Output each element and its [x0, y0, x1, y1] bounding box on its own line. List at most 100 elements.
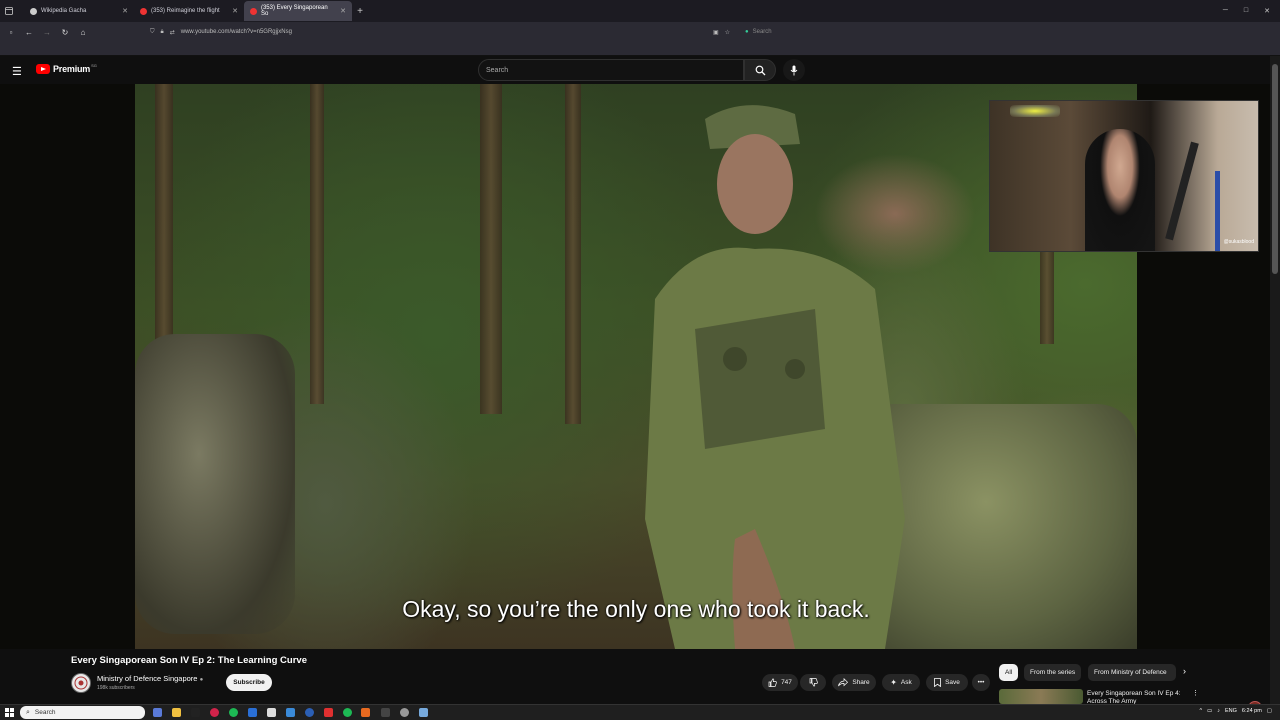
more-actions-button[interactable]: •••	[972, 674, 990, 691]
reload-icon[interactable]: ↻	[58, 28, 72, 37]
clock[interactable]: 6:24 pm	[1242, 708, 1262, 714]
close-tab-icon[interactable]: ✕	[122, 7, 128, 15]
youtube-play-icon	[36, 64, 50, 74]
tray-chevron-icon[interactable]: ^	[1199, 708, 1202, 714]
tab-list-icon[interactable]	[0, 7, 18, 15]
scrollbar-thumb[interactable]	[1272, 64, 1278, 274]
search-button[interactable]	[744, 59, 776, 81]
tree-trunk	[565, 84, 581, 424]
share-arrow-icon	[838, 678, 849, 687]
firefox-icon[interactable]	[361, 708, 370, 717]
network-icon[interactable]: ▭	[1207, 708, 1212, 714]
language-indicator[interactable]: ENG	[1225, 708, 1237, 714]
save-button[interactable]: Save	[926, 674, 968, 691]
chip-next-chevron-icon[interactable]: ›	[1183, 666, 1186, 676]
notification-icon[interactable]: ▢	[1267, 708, 1272, 714]
app-icon[interactable]	[210, 708, 219, 717]
app-icon[interactable]	[286, 708, 295, 717]
video-player[interactable]: Okay, so you’re the only one who took it…	[0, 84, 1270, 715]
edge-icon[interactable]	[305, 708, 314, 717]
save-label: Save	[945, 679, 960, 686]
translate-icon[interactable]: ▣	[713, 29, 719, 36]
youtube-header: ☰ Premium SG Search	[0, 56, 1280, 84]
recommendation-title[interactable]: Every Singaporean Son IV Ep 4: Across Th…	[1087, 690, 1187, 705]
app-icon[interactable]	[267, 708, 276, 717]
system-tray: ^ ▭ ♪ ENG 6:24 pm ▢	[1199, 708, 1272, 714]
browser-nav-bar: ▫ ← → ↻ ⌂ ⛉ 🔒︎ ⇄ www.youtube.com/watch?v…	[0, 22, 1280, 42]
windows-taskbar: ⌕ Search ^ ▭ ♪ ENG 6:24 pm ▢	[0, 704, 1280, 720]
soldier-figure	[645, 105, 905, 649]
thumbs-up-icon	[768, 678, 777, 687]
window-controls: ─ □ ✕	[1223, 7, 1280, 15]
streamer-figure	[1085, 129, 1155, 251]
chip-from-the-series[interactable]: From the series	[1024, 664, 1082, 681]
search-placeholder: Search	[486, 66, 509, 74]
url-text: www.youtube.com/watch?v=n5GRgjjxNsg	[180, 29, 292, 35]
close-tab-icon[interactable]: ✕	[340, 7, 346, 15]
bookmark-star-icon[interactable]: ☆	[725, 29, 730, 36]
maximize-icon[interactable]: □	[1244, 7, 1248, 15]
dislike-button[interactable]	[800, 674, 826, 691]
file-explorer-icon[interactable]	[172, 708, 181, 717]
channel-name[interactable]: Ministry of Defence Singapore ●	[97, 674, 203, 683]
windows-start-icon[interactable]	[5, 708, 14, 717]
wikipedia-icon	[30, 7, 37, 15]
app-icon[interactable]	[419, 708, 428, 717]
streamer-handle: @sukasblood	[1223, 239, 1254, 245]
recommendation-thumbnail[interactable]	[999, 689, 1083, 704]
tab-every-singaporean-son[interactable]: (353) Every Singaporean So ✕	[244, 1, 352, 21]
app-icon[interactable]	[381, 708, 390, 717]
more-horizontal-icon: •••	[977, 679, 985, 686]
search-icon: ⌕	[26, 708, 30, 716]
tab-reimagine-flight[interactable]: (353) Reimagine the flight ✕	[134, 1, 244, 21]
neon-sign	[1010, 105, 1060, 117]
back-icon[interactable]: ←	[22, 28, 36, 37]
channel-name-text: Ministry of Defence Singapore	[97, 674, 198, 683]
subscribe-button[interactable]: Subscribe	[226, 674, 272, 691]
youtube-premium-logo[interactable]: Premium SG	[36, 62, 97, 74]
verified-icon: ●	[199, 677, 204, 683]
channel-avatar[interactable]	[71, 673, 91, 693]
lock-icon: 🔒︎	[160, 28, 164, 35]
new-tab-button[interactable]: +	[352, 6, 368, 17]
share-label: Share	[852, 679, 870, 686]
youtube-search-input[interactable]: Search	[478, 59, 744, 81]
app-icon[interactable]	[324, 708, 333, 717]
chip-from-ministry[interactable]: From Ministry of Defence	[1088, 664, 1176, 681]
recommendation-more-icon[interactable]: ⋮	[1192, 689, 1199, 697]
task-view-icon[interactable]	[153, 708, 162, 717]
minimize-icon[interactable]: ─	[1223, 7, 1228, 15]
microphone-arm	[1165, 141, 1199, 241]
close-window-icon[interactable]: ✕	[1264, 7, 1270, 15]
logo-wordmark: Premium	[53, 64, 91, 74]
address-bar[interactable]: ⛉ 🔒︎ ⇄ www.youtube.com/watch?v=n5GRgjjxN…	[150, 24, 730, 40]
sparkle-icon: ✦	[890, 678, 897, 687]
like-button[interactable]: 747	[762, 674, 798, 691]
app-icon[interactable]	[343, 708, 352, 717]
menu-icon[interactable]: ☰	[12, 65, 22, 78]
ask-button[interactable]: ✦ Ask	[882, 674, 920, 691]
app-icon[interactable]	[191, 708, 200, 717]
page-scrollbar[interactable]	[1270, 56, 1280, 704]
sidebar-toggle-icon[interactable]: ▫	[4, 28, 18, 37]
video-frame[interactable]: Okay, so you’re the only one who took it…	[135, 84, 1137, 649]
taskbar-search-placeholder: Search	[34, 709, 56, 716]
taskbar-search[interactable]: ⌕ Search	[20, 706, 145, 719]
like-count: 747	[781, 679, 792, 686]
spotify-icon[interactable]	[229, 708, 238, 717]
browser-search-field[interactable]: ● Search	[745, 24, 985, 40]
app-icon[interactable]	[248, 708, 257, 717]
close-tab-icon[interactable]: ✕	[232, 7, 238, 15]
tab-wikipedia-gacha[interactable]: Wikipedia Gacha ✕	[24, 1, 134, 21]
forward-icon[interactable]: →	[40, 28, 54, 37]
app-icon[interactable]	[400, 708, 409, 717]
chip-all[interactable]: All	[999, 664, 1019, 681]
backpack-left	[135, 334, 295, 634]
share-button[interactable]: Share	[832, 674, 876, 691]
tab-label: (353) Every Singaporean So	[260, 5, 328, 17]
volume-icon[interactable]: ♪	[1217, 708, 1220, 714]
home-icon[interactable]: ⌂	[76, 28, 90, 37]
shield-icon: ⛉	[150, 28, 155, 35]
country-code: SG	[91, 62, 97, 68]
voice-search-button[interactable]	[783, 59, 805, 81]
